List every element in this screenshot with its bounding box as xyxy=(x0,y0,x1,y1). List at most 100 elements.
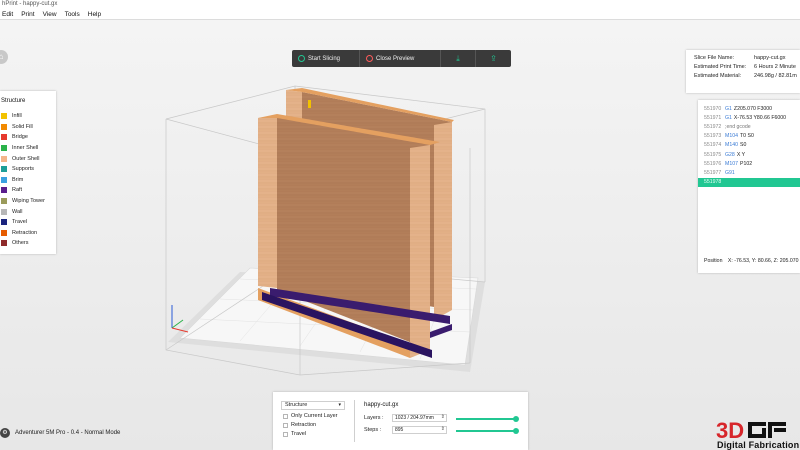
divider xyxy=(354,400,355,442)
close-preview-label: Close Preview xyxy=(376,55,415,62)
steps-slider[interactable] xyxy=(456,428,519,434)
travel-checkbox[interactable]: Travel xyxy=(283,431,306,437)
retraction-checkbox[interactable]: Retraction xyxy=(283,422,316,428)
gcode-command: M107 xyxy=(725,160,738,167)
retraction-label: Retraction xyxy=(291,422,317,428)
legend-swatch xyxy=(1,219,7,226)
gcode-line[interactable]: 551975 G28 X Y xyxy=(698,150,800,159)
legend-swatch xyxy=(1,123,7,130)
gcode-command: G1 xyxy=(725,105,732,112)
print-time-value: 6 Hours 2 Minute xyxy=(754,64,796,70)
gcode-position: Position X: -76.53, Y: 80.66, Z: 205.070 xyxy=(704,258,798,264)
legend-swatch xyxy=(1,198,7,205)
layers-slider-handle[interactable] xyxy=(513,416,519,422)
gcode-line[interactable]: 551978 xyxy=(698,177,800,187)
gcode-line-number: 551973 xyxy=(704,133,722,140)
checkbox-box xyxy=(283,413,288,419)
legend-label: Wiping Tower xyxy=(12,198,45,205)
close-circle-icon xyxy=(366,55,373,62)
gcode-panel[interactable]: 551970 G1 Z205.070 F3000 551971 G1 X-76.53 Y8… xyxy=(698,100,800,273)
send-to-printer-icon: ⇪ xyxy=(490,54,497,63)
layers-slider[interactable] xyxy=(456,416,519,422)
gcode-line[interactable]: 551974 M140 S0 xyxy=(698,141,800,150)
steps-value: 895 xyxy=(395,427,404,433)
gcode-arguments: Z205.070 F3000 xyxy=(733,105,772,112)
display-mode-value: Structure xyxy=(285,402,308,408)
start-slicing-label: Start Slicing xyxy=(308,55,341,62)
menu-view[interactable]: View xyxy=(43,11,57,18)
preview-controls-panel: Structure ▾ Only Current Layer Retractio… xyxy=(273,392,528,450)
print-time-label: Estimated Print Time: xyxy=(694,64,747,70)
download-button[interactable]: ⤓ xyxy=(441,50,476,67)
legend-label: Retraction xyxy=(12,229,38,236)
gcode-line-number: 551976 xyxy=(704,160,722,167)
gcode-arguments: X Y xyxy=(736,151,746,158)
preview-file-name: happy-cut.gx xyxy=(364,402,399,408)
brand-logo-mark xyxy=(748,422,786,438)
gcode-line[interactable]: 551970 G1 Z205.070 F3000 xyxy=(698,104,800,113)
build-volume-scene xyxy=(165,85,486,376)
gcode-arguments: X-76.53 Y80.66 F6000 xyxy=(733,114,787,121)
gcode-command: G91 xyxy=(725,169,735,176)
gcode-line-number: 551971 xyxy=(704,114,722,121)
gcode-arguments: T0 S0 xyxy=(739,133,754,140)
menu-edit[interactable]: Edit xyxy=(2,11,13,18)
legend-swatch xyxy=(1,187,7,194)
gcode-line[interactable]: 551971 G1 X-76.53 Y80.66 F6000 xyxy=(698,113,800,122)
legend-label: Infill xyxy=(12,113,22,120)
steps-spinbox[interactable]: 895 ⇕ xyxy=(392,426,447,434)
legend-item: Brim xyxy=(0,175,56,186)
menu-bar: Edit Print View Tools Help xyxy=(0,9,800,20)
printer-icon: ⚙ xyxy=(0,428,10,438)
display-mode-select[interactable]: Structure ▾ xyxy=(281,401,345,410)
legend-swatch xyxy=(1,240,7,247)
menu-help[interactable]: Help xyxy=(88,11,101,18)
gcode-command: M140 xyxy=(725,142,738,149)
gcode-line[interactable]: 551977 G91 xyxy=(698,168,800,177)
chevron-down-icon: ▾ xyxy=(338,402,341,408)
legend-item: Infill xyxy=(0,111,56,122)
legend-label: Outer Shell xyxy=(12,155,40,162)
gcode-line-number: 551970 xyxy=(704,105,722,112)
steps-slider-fill xyxy=(456,430,516,432)
legend-label: Travel xyxy=(12,219,28,226)
3d-viewport[interactable]: ⌂ Start Slicing Close Preview ⤓ ⇪ Struct… xyxy=(0,20,800,450)
material-value: 246.98g / 82.81m xyxy=(754,73,797,79)
only-current-layer-label: Only Current Layer xyxy=(291,413,338,419)
steps-label: Steps : xyxy=(364,427,382,433)
legend-item: Travel xyxy=(0,217,56,228)
layers-slider-fill xyxy=(456,418,516,420)
slice-info-panel: Slice File Name: happy-cut.gx Estimated … xyxy=(686,50,800,93)
window-title: hPrint - happy-cut.gx xyxy=(0,0,800,9)
machine-selector[interactable]: ⚙ Adventurer 5M Pro - 0.4 - Normal Mode xyxy=(0,428,120,438)
gcode-comment: ;end gcode xyxy=(725,123,751,130)
legend-swatch xyxy=(1,229,7,236)
gcode-line[interactable]: 551972 ;end gcode xyxy=(698,122,800,131)
legend-swatch xyxy=(1,145,7,152)
gcode-line[interactable]: 551976 M107 P102 xyxy=(698,159,800,168)
spin-arrows-icon[interactable]: ⇕ xyxy=(441,414,445,420)
gcode-line[interactable]: 551973 M104 T0 S0 xyxy=(698,132,800,141)
legend-item: Wiping Tower xyxy=(0,196,56,207)
spin-arrows-icon[interactable]: ⇕ xyxy=(441,426,445,432)
send-to-printer-button[interactable]: ⇪ xyxy=(476,50,511,67)
layers-spinbox[interactable]: 1023 / 204.97mm ⇕ xyxy=(392,414,447,422)
legend-swatch xyxy=(1,113,7,120)
gcode-command: G1 xyxy=(725,114,732,121)
close-preview-button[interactable]: Close Preview xyxy=(360,50,441,67)
only-current-layer-checkbox[interactable]: Only Current Layer xyxy=(283,413,337,419)
steps-slider-handle[interactable] xyxy=(513,428,519,434)
legend-item: Outer Shell xyxy=(0,153,56,164)
gcode-line-number: 551977 xyxy=(704,169,722,176)
legend-label: Brim xyxy=(12,176,24,183)
legend-item: Retraction xyxy=(0,228,56,239)
legend-label: Raft xyxy=(12,187,23,194)
start-slicing-button[interactable]: Start Slicing xyxy=(292,50,360,67)
menu-print[interactable]: Print xyxy=(21,11,34,18)
legend-label: Supports xyxy=(12,166,35,173)
structure-title: Structure xyxy=(1,98,26,104)
menu-tools[interactable]: Tools xyxy=(65,11,80,18)
structure-legend: Structure Infill Solid Fill Bridge Inner Sh… xyxy=(0,91,56,254)
legend-label: Wall xyxy=(12,208,23,215)
layers-value: 1023 / 204.97mm xyxy=(395,415,434,421)
